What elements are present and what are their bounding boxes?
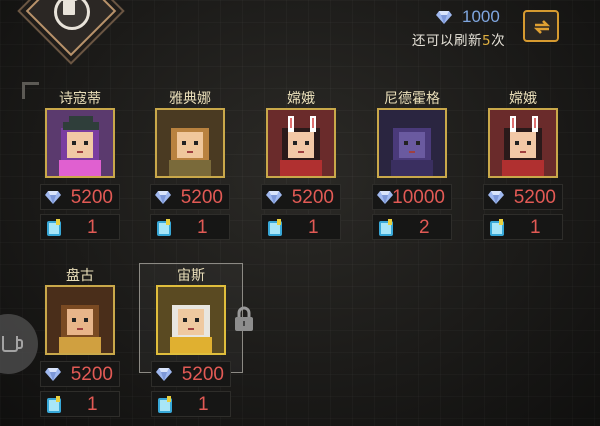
panel-corner bbox=[22, 82, 39, 99]
diamond-icon bbox=[45, 367, 61, 381]
diamond-cost: 5200 bbox=[40, 361, 120, 387]
diamond-cost-value: 5200 bbox=[291, 187, 334, 208]
ticket-cost-value: 1 bbox=[198, 394, 209, 415]
cup-icon bbox=[2, 336, 23, 352]
hero-portrait bbox=[45, 285, 115, 355]
ticket-icon bbox=[267, 219, 283, 241]
ticket-cost: 1 bbox=[261, 214, 341, 240]
ticket-icon bbox=[157, 396, 173, 418]
ticket-cost: 1 bbox=[483, 214, 563, 240]
diamond-icon bbox=[377, 190, 393, 204]
ticket-cost-value: 2 bbox=[419, 217, 430, 238]
diamond-cost-value: 5200 bbox=[70, 187, 113, 208]
shop-emblem bbox=[25, 0, 117, 57]
diamond-cost: 10000 bbox=[372, 184, 452, 210]
ticket-cost-value: 1 bbox=[308, 217, 319, 238]
currency-display: 1000 bbox=[436, 6, 500, 28]
ticket-cost-value: 1 bbox=[87, 217, 98, 238]
diamond-cost-value: 10000 bbox=[392, 187, 445, 208]
hero-name: 雅典娜 bbox=[169, 91, 211, 107]
hero-name: 诗寇蒂 bbox=[59, 91, 101, 107]
ticket-cost: 2 bbox=[372, 214, 452, 240]
ticket-cost-value: 1 bbox=[530, 217, 541, 238]
hero-portrait bbox=[377, 108, 447, 178]
refresh-remaining-text: 还可以刷新5次 bbox=[412, 33, 506, 49]
hero-portrait bbox=[488, 108, 558, 178]
ticket-cost: 1 bbox=[150, 214, 230, 240]
hero-portrait bbox=[156, 285, 226, 355]
ticket-cost-value: 1 bbox=[197, 217, 208, 238]
hero-name: 盘古 bbox=[66, 268, 94, 284]
hero-name: 嫦娥 bbox=[509, 91, 537, 107]
ticket-cost: 1 bbox=[40, 391, 120, 417]
diamond-icon bbox=[156, 367, 172, 381]
ticket-cost: 1 bbox=[40, 214, 120, 240]
beer-mug-icon bbox=[60, 0, 78, 15]
diamond-cost-value: 5200 bbox=[181, 364, 224, 385]
diamond-cost-value: 5200 bbox=[513, 187, 556, 208]
diamond-icon bbox=[45, 190, 61, 204]
diamond-cost: 5200 bbox=[40, 184, 120, 210]
currency-amount: 1000 bbox=[462, 7, 500, 26]
ticket-icon bbox=[156, 219, 172, 241]
hero-name: 嫦娥 bbox=[287, 91, 315, 107]
hero-name: 宙斯 bbox=[177, 268, 205, 284]
diamond-icon bbox=[436, 10, 452, 24]
lock-icon bbox=[233, 306, 255, 336]
diamond-cost: 5200 bbox=[483, 184, 563, 210]
ticket-cost: 1 bbox=[151, 391, 231, 417]
hero-portrait bbox=[155, 108, 225, 178]
diamond-cost: 5200 bbox=[150, 184, 230, 210]
diamond-icon bbox=[155, 190, 171, 204]
ticket-cost-value: 1 bbox=[87, 394, 98, 415]
diamond-cost: 5200 bbox=[151, 361, 231, 387]
hero-name: 尼德霍格 bbox=[384, 91, 440, 107]
ticket-icon bbox=[489, 219, 505, 241]
ticket-icon bbox=[46, 219, 62, 241]
refresh-button[interactable] bbox=[523, 10, 559, 42]
diamond-cost-value: 5200 bbox=[180, 187, 223, 208]
diamond-icon bbox=[488, 190, 504, 204]
diamond-icon bbox=[266, 190, 282, 204]
refresh-arrows-icon bbox=[533, 20, 551, 34]
ticket-icon bbox=[46, 396, 62, 418]
diamond-cost-value: 5200 bbox=[70, 364, 113, 385]
ticket-icon bbox=[378, 219, 394, 241]
hero-portrait bbox=[45, 108, 115, 178]
diamond-cost: 5200 bbox=[261, 184, 341, 210]
hero-portrait bbox=[266, 108, 336, 178]
